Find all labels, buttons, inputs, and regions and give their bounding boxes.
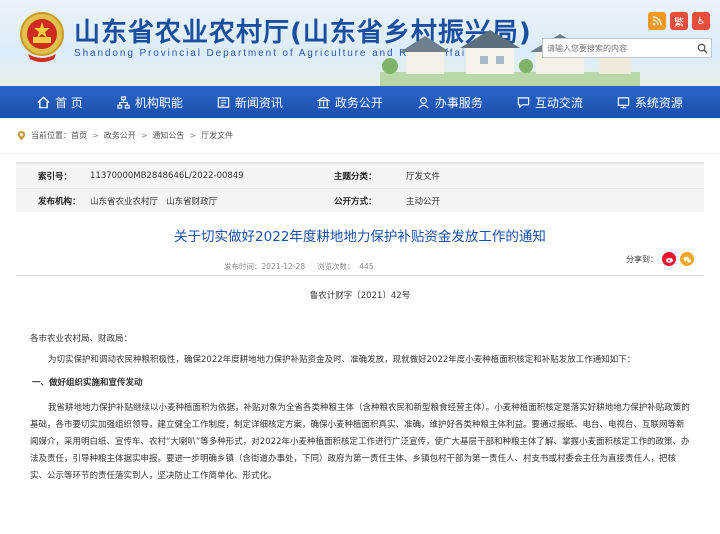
article-info-bar: 发布时间：2021-12-28 浏览次数： 445 分享到： (16, 252, 704, 276)
home-icon (37, 95, 50, 108)
gov-icon (316, 96, 330, 108)
meta-row: 索引号： 11370000MB2848646L/2022-00849 主题分类：… (16, 164, 704, 188)
share-bar: 分享到： (626, 252, 694, 266)
system-icon (617, 96, 630, 108)
document-number: 鲁农计财字〔2021〕42号 (309, 291, 411, 301)
nav-label: 新闻资讯 (234, 95, 283, 110)
topic-value: 厅发文件 (406, 172, 441, 182)
intro-paragraph: 为切实保护和调动农民种粮积极性，确保2022年度耕地地力保护补贴资金及时、准确发… (48, 355, 636, 365)
nav-label: 政务公开 (334, 95, 383, 110)
breadcrumb-home[interactable]: 首页 (71, 130, 87, 141)
national-emblem-icon (20, 12, 64, 62)
nav-item-news[interactable]: 新闻资讯 (217, 94, 283, 111)
section-paragraph: 我省耕地地力保护补贴继续以小麦种植面积为依据，补贴对象为全省各类种粮主体（含种粮… (30, 403, 690, 481)
chat-icon (517, 96, 530, 108)
index-label: 索引号： (38, 172, 73, 182)
salutation: 各市农业农村局、财政局： (30, 334, 133, 344)
search-icon[interactable] (693, 39, 711, 57)
weibo-icon[interactable] (662, 252, 676, 266)
traditional-chinese-icon[interactable]: 繁 (670, 12, 688, 30)
nav-item-org[interactable]: 机构职能 (117, 94, 183, 111)
org-icon (117, 95, 130, 109)
wechat-icon[interactable] (680, 252, 694, 266)
location-icon (17, 130, 26, 141)
nav-label: 办事服务 (434, 95, 483, 110)
open-value: 主动公开 (406, 196, 441, 207)
service-icon (418, 96, 429, 108)
nav-item-gov[interactable]: 政务公开 (316, 94, 383, 111)
publish-info: 发布时间：2021-12-28 浏览次数： 445 (224, 262, 374, 271)
site-header: 山东省农业农村厅(山东省乡村振兴局) Shandong Provincial D… (0, 0, 720, 86)
index-value: 11370000MB2848646L/2022-00849 (90, 171, 244, 181)
header-tools: 繁 ♿ (648, 12, 710, 30)
topic-label: 主题分类： (334, 172, 377, 182)
nav-item-system[interactable]: 系统资源 (617, 94, 683, 111)
breadcrumb-notices[interactable]: 通知公告 (152, 130, 184, 141)
meta-row: 发布机构： 山东省农业农村厅 山东省财政厅 公开方式： 主动公开 (16, 188, 704, 212)
share-label: 分享到： (626, 254, 658, 264)
org-label: 发布机构： (38, 196, 81, 207)
breadcrumb: 当前位置： 首页 > 政务公开 > 通知公告 > 厅发文件 (0, 118, 720, 154)
breadcrumb-separator: > (140, 131, 148, 140)
breadcrumb-prefix: 当前位置： (31, 131, 71, 140)
open-label: 公开方式： (334, 196, 377, 207)
search-input[interactable] (543, 39, 693, 57)
breadcrumb-separator: > (92, 131, 99, 140)
article-body: 各市农业农村局、财政局： 为切实保护和调动农民种粮积极性，确保2022年度耕地地… (0, 331, 720, 485)
nav-label: 机构职能 (134, 95, 183, 110)
breadcrumb-separator: > (189, 131, 197, 140)
nav-label: 系统资源 (634, 95, 683, 110)
nav-item-service[interactable]: 办事服务 (417, 94, 483, 111)
news-icon (217, 96, 230, 108)
search-box (542, 38, 712, 58)
breadcrumb-dept-docs[interactable]: 厅发文件 (201, 130, 233, 141)
nav-item-home[interactable]: 首 页 (37, 94, 83, 111)
accessibility-icon[interactable]: ♿ (692, 12, 710, 30)
article-title: 关于切实做好2022年度耕地地力保护补贴资金发放工作的通知 (174, 229, 546, 245)
nav-item-chat[interactable]: 互动交流 (517, 94, 583, 111)
document-meta-table: 索引号： 11370000MB2848646L/2022-00849 主题分类：… (16, 162, 704, 212)
nav-label: 首 页 (55, 95, 83, 110)
rss-icon[interactable] (648, 12, 666, 30)
main-nav: 首 页 机构职能 新闻资讯 政务公开 办事服务 互动交流 系统资源 (0, 86, 720, 118)
breadcrumb-gov-open[interactable]: 政务公开 (104, 130, 136, 141)
nav-label: 互动交流 (534, 95, 583, 110)
org-value: 山东省农业农村厅 山东省财政厅 (90, 196, 218, 207)
section-heading: 一、做好组织实施和宣传发动 (32, 378, 143, 388)
